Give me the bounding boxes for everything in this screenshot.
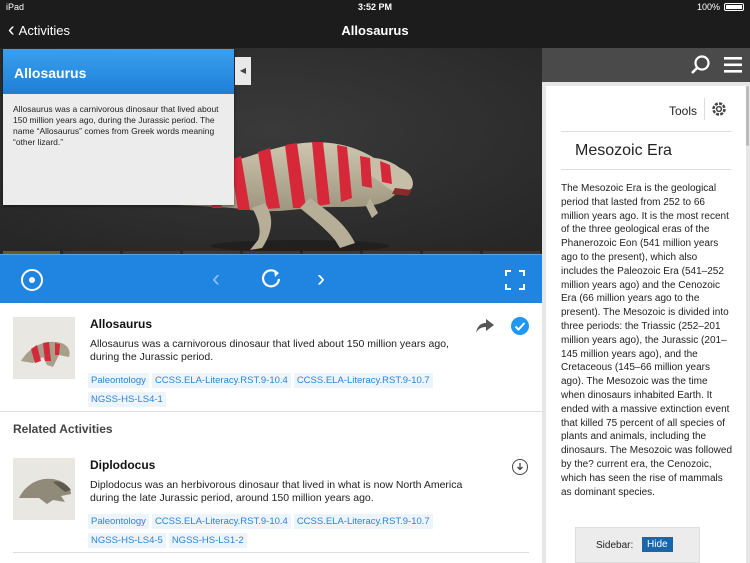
related-activities-title: Related Activities: [13, 422, 113, 436]
activity-tags: Paleontology CCSS.ELA-Literacy.RST.9-10.4…: [88, 373, 488, 411]
sidebar-toolbar: [542, 48, 750, 82]
refresh-icon[interactable]: [260, 267, 282, 294]
tag[interactable]: CCSS.ELA-Literacy.RST.9-10.7: [293, 373, 433, 388]
activity-name: Allosaurus: [90, 317, 153, 331]
record-icon[interactable]: [21, 269, 43, 291]
clock: 3:52 PM: [357, 2, 392, 12]
download-icon[interactable]: [512, 459, 528, 475]
checkmark-icon[interactable]: [511, 317, 529, 335]
hide-sidebar-button[interactable]: Hide: [642, 537, 673, 552]
activity-list: Allosaurus Allosaurus was a carnivorous …: [0, 303, 542, 563]
activity-description: Allosaurus was a carnivorous dinosaur th…: [90, 338, 449, 363]
tag[interactable]: NGSS-HS-LS1-2: [168, 533, 247, 548]
tag[interactable]: Paleontology: [88, 514, 149, 529]
next-button[interactable]: ›: [317, 265, 325, 293]
battery-percent: 100%: [696, 2, 720, 12]
divider: [561, 131, 731, 132]
divider: [0, 411, 542, 412]
fullscreen-icon[interactable]: [505, 270, 525, 295]
sidebar: Tools Mesozoic Era The Mesozoic Era is t…: [542, 82, 750, 563]
sidebar-toggle-label: Sidebar:: [596, 540, 634, 551]
hamburger-menu-icon[interactable]: [722, 54, 744, 81]
navigation-bar: ‹ Activities Allosaurus: [0, 14, 750, 48]
sidebar-panel: Tools Mesozoic Era The Mesozoic Era is t…: [546, 86, 746, 563]
tag[interactable]: CCSS.ELA-Literacy.RST.9-10.4: [151, 373, 291, 388]
status-bar: iPad 3:52 PM 100%: [0, 0, 750, 14]
search-icon[interactable]: [690, 54, 712, 81]
tag[interactable]: CCSS.ELA-Literacy.RST.9-10.4: [151, 514, 291, 529]
info-card: Allosaurus Allosaurus was a carnivorous …: [3, 49, 234, 205]
scrollbar[interactable]: [746, 86, 749, 146]
viewer-controls: ‹ ›: [0, 254, 542, 304]
activity-description: Diplodocus was an herbivorous dinosaur t…: [90, 479, 463, 504]
previous-button[interactable]: ‹: [212, 265, 220, 293]
sidebar-toggle: Sidebar: Hide: [575, 527, 700, 563]
divider: [704, 98, 705, 120]
triangle-left-icon: ◀: [239, 66, 247, 75]
tag[interactable]: CCSS.ELA-Literacy.RST.9-10.7: [293, 514, 433, 529]
divider: [13, 552, 529, 553]
era-title: Mesozoic Era: [575, 142, 672, 159]
tag[interactable]: NGSS-HS-LS4-1: [88, 392, 166, 407]
tag[interactable]: NGSS-HS-LS4-5: [88, 533, 166, 548]
model-viewer[interactable]: Allosaurus Allosaurus was a carnivorous …: [0, 48, 542, 254]
info-card-title: Allosaurus: [3, 49, 234, 94]
gear-icon[interactable]: [709, 99, 729, 124]
page-title: Allosaurus: [341, 23, 409, 38]
tools-label[interactable]: Tools: [669, 104, 697, 118]
share-icon[interactable]: [476, 319, 494, 338]
divider: [561, 169, 731, 170]
battery-icon: [724, 3, 744, 11]
info-card-text: Allosaurus was a carnivorous dinosaur th…: [13, 104, 219, 147]
era-description: The Mesozoic Era is the geological perio…: [561, 183, 733, 498]
activity-tags: Paleontology CCSS.ELA-Literacy.RST.9-10.4…: [88, 514, 488, 552]
collapse-card-button[interactable]: ◀: [235, 57, 251, 85]
activity-name: Diplodocus: [90, 458, 156, 472]
activity-thumbnail: [13, 317, 75, 379]
activity-thumbnail: [13, 458, 75, 520]
tag[interactable]: Paleontology: [88, 373, 149, 388]
